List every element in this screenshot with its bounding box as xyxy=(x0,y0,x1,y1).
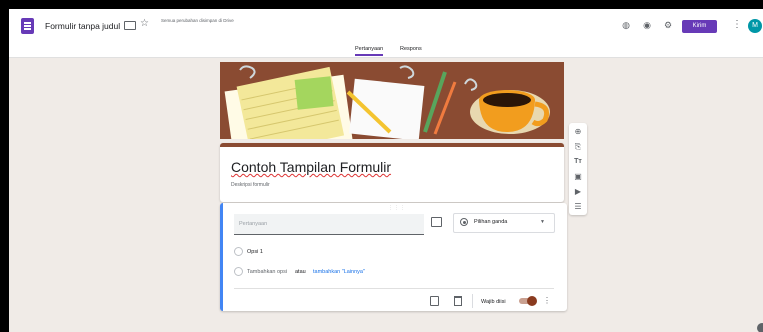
question-card[interactable]: ⋮⋮⋮ Pertanyaan Pilihan ganda ▼ Opsi 1 Ta… xyxy=(220,203,567,311)
drag-handle[interactable]: ⋮⋮⋮ xyxy=(388,205,406,211)
add-question-icon[interactable]: ⊕ xyxy=(573,127,583,137)
header-banner-image xyxy=(220,62,564,139)
required-label: Wajib diisi xyxy=(481,299,506,305)
avatar[interactable]: M xyxy=(748,19,762,33)
question-input[interactable]: Pertanyaan xyxy=(234,214,424,235)
add-image-icon[interactable]: ▣ xyxy=(573,172,583,182)
add-option-radio xyxy=(234,267,243,276)
send-button[interactable]: Kirim xyxy=(682,20,717,33)
add-option-link[interactable]: Tambahkan opsi xyxy=(247,269,287,275)
vertical-divider xyxy=(472,294,473,308)
question-type-label: Pilihan ganda xyxy=(474,219,508,225)
tab-bar: Pertanyaan Respons xyxy=(9,43,763,57)
question-placeholder: Pertanyaan xyxy=(239,221,268,227)
add-section-icon[interactable]: ☰ xyxy=(573,202,583,212)
import-questions-icon[interactable]: ⎘ xyxy=(573,142,583,152)
more-options-icon[interactable]: ⋮ xyxy=(543,296,551,305)
option-radio xyxy=(234,247,243,256)
star-icon[interactable]: ☆ xyxy=(140,18,149,29)
add-image-icon[interactable] xyxy=(431,217,442,227)
tab-responses[interactable]: Respons xyxy=(400,46,422,52)
add-title-icon[interactable]: Tт xyxy=(573,157,583,167)
preview-eye-icon[interactable]: ◉ xyxy=(642,20,652,30)
app-window: Formulir tanpa judul ☆ Semua perubahan d… xyxy=(9,9,763,332)
add-other-link[interactable]: tambahkan "Lainnya" xyxy=(313,269,365,275)
form-title-card: Contoh Tampilan Formulir Deskripsi formu… xyxy=(220,143,564,202)
tab-questions[interactable]: Pertanyaan xyxy=(355,46,384,56)
duplicate-icon[interactable] xyxy=(430,296,439,306)
form-title[interactable]: Contoh Tampilan Formulir xyxy=(231,159,391,175)
side-toolbar: ⊕ ⎘ Tт ▣ ▶ ☰ xyxy=(569,123,587,215)
more-vert-icon[interactable]: ⋮ xyxy=(732,19,742,30)
add-video-icon[interactable]: ▶ xyxy=(573,187,583,197)
save-status: Semua perubahan disimpan di Drive xyxy=(161,18,234,23)
top-bar: Formulir tanpa judul ☆ Semua perubahan d… xyxy=(9,9,763,58)
trash-icon[interactable] xyxy=(454,296,462,306)
settings-gear-icon[interactable]: ⚙ xyxy=(663,20,673,30)
forms-app-icon[interactable] xyxy=(21,18,34,34)
or-text: atau xyxy=(295,269,306,275)
footer-divider xyxy=(234,288,554,289)
document-title[interactable]: Formulir tanpa judul xyxy=(45,21,120,31)
palette-icon[interactable]: ◍ xyxy=(621,20,631,30)
question-type-select[interactable]: Pilihan ganda ▼ xyxy=(453,213,555,233)
folder-icon[interactable] xyxy=(124,21,136,30)
option-label[interactable]: Opsi 1 xyxy=(247,249,263,255)
desk-illustration xyxy=(220,62,564,139)
help-button[interactable] xyxy=(757,323,763,332)
chevron-down-icon: ▼ xyxy=(540,219,545,225)
required-toggle[interactable] xyxy=(519,296,537,306)
radio-type-icon xyxy=(460,218,468,226)
form-description[interactable]: Deskripsi formulir xyxy=(231,182,270,188)
